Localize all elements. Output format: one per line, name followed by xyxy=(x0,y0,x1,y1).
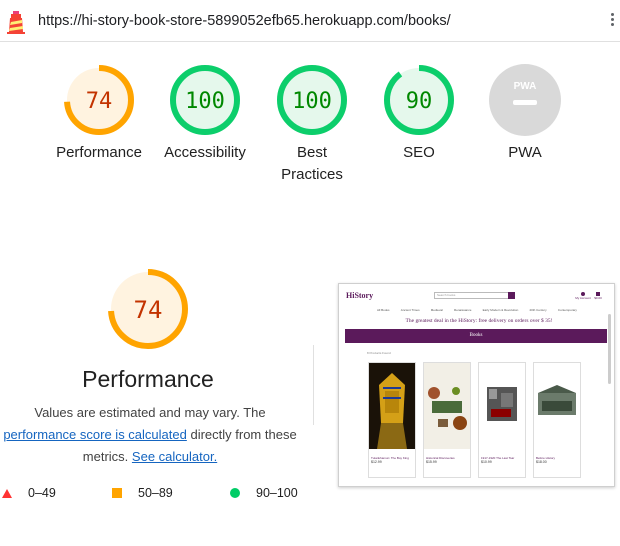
gauge-score: 100 xyxy=(292,89,332,114)
gauge-score: 100 xyxy=(185,89,225,114)
lighthouse-icon xyxy=(7,11,25,34)
thumb-nav-item: Early Modern & Revolution xyxy=(482,308,519,312)
thumb-book-card: Tutankhamun: The Boy King $12.99 xyxy=(368,362,416,478)
final-screenshot-thumbnail[interactable]: HiStory Search books My Account $0.00 Al… xyxy=(338,283,615,487)
gauge-accessibility[interactable]: 100 Accessibility xyxy=(160,64,250,164)
thumb-cart-label: $0.00 xyxy=(594,296,602,300)
thumb-book-card: Historical Discoveries $15.99 xyxy=(423,362,471,478)
gauge-label: PWA xyxy=(508,144,542,161)
historical-discoveries-cover xyxy=(424,363,470,449)
before-history-cover xyxy=(534,363,580,449)
tsar-cover xyxy=(479,363,525,449)
big-gauge-score: 74 xyxy=(134,296,163,324)
address-bar: https://hi-story-book-store-5899052efb65… xyxy=(0,0,620,42)
performance-big-gauge: 74 xyxy=(108,269,188,349)
gauge-label: SEO xyxy=(403,144,435,161)
thumb-nav-item: Ancient Times xyxy=(400,308,420,312)
triangle-icon xyxy=(2,488,12,498)
accessibility-gauge-icon: 100 xyxy=(170,65,240,135)
legend-label: 0–49 xyxy=(28,486,56,500)
square-icon xyxy=(112,488,122,498)
thumb-subline: 8 Products Found xyxy=(367,351,391,355)
see-calculator-link[interactable]: See calculator. xyxy=(132,449,217,464)
gauge-score: 90 xyxy=(406,89,433,114)
thumb-user-label: My Account xyxy=(575,296,591,300)
legend-average: 50–89 xyxy=(112,486,173,500)
gauge-seo[interactable]: 90 SEO xyxy=(374,64,464,164)
more-options-icon[interactable] xyxy=(608,11,616,31)
thumb-nav-item: Medieval xyxy=(430,308,443,312)
circle-icon xyxy=(230,488,240,498)
note-line-2: directly from these xyxy=(190,427,297,442)
legend-label: 50–89 xyxy=(138,486,173,500)
best-practices-gauge-icon: 100 xyxy=(277,65,347,135)
gauge-pwa[interactable]: PWA PWA xyxy=(480,64,570,164)
thumb-nav-item: Renaissance xyxy=(454,308,472,312)
thumb-logo: HiStory xyxy=(346,291,374,300)
thumb-card-price: $10.99 xyxy=(481,460,492,464)
pwa-badge-text: PWA xyxy=(514,81,537,92)
seo-gauge-icon: 90 xyxy=(384,65,454,135)
thumb-header: HiStory Search books My Account $0.00 xyxy=(339,284,614,306)
thumb-search: Search books xyxy=(434,292,514,299)
gauge-performance[interactable]: 74 Performance xyxy=(54,64,144,164)
gauge-label: Best Practices xyxy=(281,144,343,183)
note-line-1: Values are estimated and may vary. The xyxy=(34,405,266,420)
thumb-scrollbar xyxy=(608,314,611,384)
thumb-book-card: Before History $18.00 xyxy=(533,362,581,478)
thumb-search-icon xyxy=(508,292,515,299)
score-calculated-link[interactable]: performance score is calculated xyxy=(3,427,187,442)
thumb-card-price: $18.00 xyxy=(536,460,547,464)
thumb-book-card: 1917-1920 The Last Tsar $10.99 xyxy=(478,362,526,478)
legend-label: 90–100 xyxy=(256,486,298,500)
thumb-nav: All Books Ancient Times Medieval Renaiss… xyxy=(377,308,577,314)
gauge-best-practices[interactable]: 100 Best Practices xyxy=(267,64,357,186)
gauge-score: 74 xyxy=(86,89,113,114)
thumb-user-icon: My Account xyxy=(575,292,591,302)
note-line-3: metrics. xyxy=(82,449,129,464)
performance-note: Values are estimated and may vary. The p… xyxy=(0,402,300,468)
performance-gauge-icon: 74 xyxy=(64,65,134,135)
gauge-label: Performance xyxy=(56,144,142,161)
thumb-cart-icon: $0.00 xyxy=(593,292,603,302)
section-divider xyxy=(313,345,314,425)
page-url[interactable]: https://hi-story-book-store-5899052efb65… xyxy=(38,13,451,29)
thumb-card-price: $12.99 xyxy=(371,460,382,464)
tutankhamun-mask-image xyxy=(369,363,415,449)
gauge-label: Accessibility xyxy=(164,144,246,161)
thumb-nav-item: 20th Century xyxy=(529,308,547,312)
performance-heading: Performance xyxy=(82,366,214,392)
thumb-banner: The greatest deal in the HiStory: free d… xyxy=(405,318,553,324)
thumb-card-price: $15.99 xyxy=(426,460,437,464)
thumb-nav-item: All Books xyxy=(377,308,390,312)
pwa-badge-icon: PWA xyxy=(489,64,561,136)
thumb-section-bar: Books xyxy=(345,329,607,343)
score-legend: 0–49 50–89 90–100 xyxy=(0,486,320,506)
legend-pass: 90–100 xyxy=(230,486,298,500)
legend-fail: 0–49 xyxy=(2,486,56,500)
thumb-nav-item: Contemporary xyxy=(557,308,577,312)
